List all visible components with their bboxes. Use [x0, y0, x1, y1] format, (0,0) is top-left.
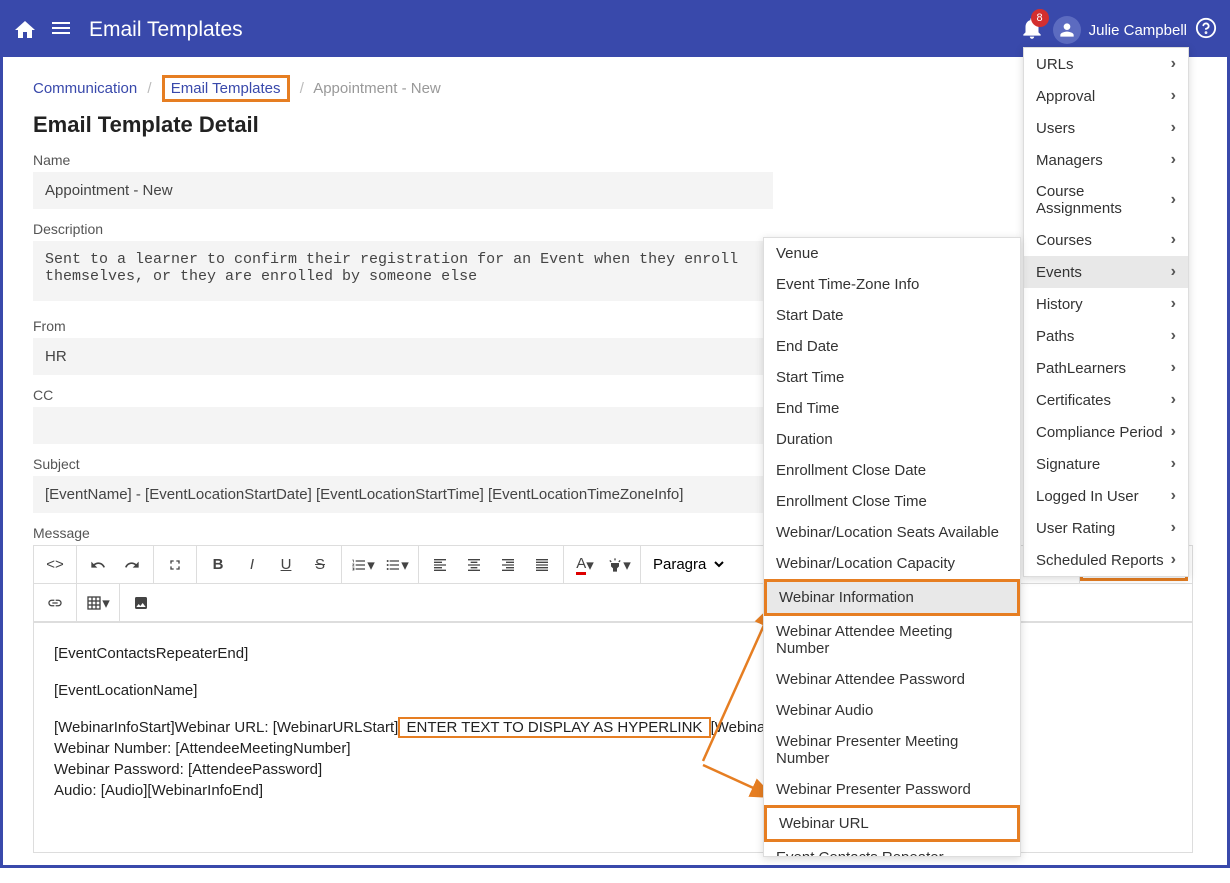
paragraph-select[interactable]: Paragra	[645, 555, 727, 574]
align-right-icon[interactable]	[491, 548, 525, 582]
text-color-icon[interactable]: A▾	[568, 548, 602, 582]
variable-start-time[interactable]: Start Time	[764, 362, 1020, 393]
variable-enrollment-close-time[interactable]: Enrollment Close Time	[764, 486, 1020, 517]
editor-line: [EventContactsRepeaterEnd]	[54, 645, 248, 662]
variable-duration[interactable]: Duration	[764, 424, 1020, 455]
category-events[interactable]: Events›	[1024, 256, 1188, 288]
editor-line: Webinar Password: [AttendeePassword]	[54, 761, 322, 778]
editor-line: [EventLocationName]	[54, 682, 197, 699]
name-input[interactable]	[33, 172, 773, 209]
variable-webinar-information[interactable]: Webinar Information	[764, 579, 1020, 616]
variable-webinar-location-capacity[interactable]: Webinar/Location Capacity	[764, 548, 1020, 579]
unordered-list-icon[interactable]: ▾	[380, 548, 414, 582]
variable-webinar-presenter-password[interactable]: Webinar Presenter Password	[764, 774, 1020, 805]
align-left-icon[interactable]	[423, 548, 457, 582]
hyperlink-placeholder: ENTER TEXT TO DISPLAY AS HYPERLINK	[398, 717, 710, 738]
category-history[interactable]: History›	[1024, 288, 1188, 320]
notification-badge: 8	[1031, 9, 1049, 27]
variable-webinar-attendee-password[interactable]: Webinar Attendee Password	[764, 664, 1020, 695]
home-icon[interactable]	[13, 18, 37, 42]
hamburger-icon[interactable]	[49, 16, 73, 45]
bold-icon[interactable]: B	[201, 548, 235, 582]
redo-icon[interactable]	[115, 548, 149, 582]
header-title: Email Templates	[89, 18, 1019, 42]
editor-line: Webinar Number: [AttendeeMeetingNumber]	[54, 740, 351, 757]
editor-line: [Webina	[711, 719, 766, 736]
description-input[interactable]: Sent to a learner to confirm their regis…	[33, 241, 773, 301]
italic-icon[interactable]: I	[235, 548, 269, 582]
category-paths[interactable]: Paths›	[1024, 320, 1188, 352]
underline-icon[interactable]: U	[269, 548, 303, 582]
breadcrumb-email-templates[interactable]: Email Templates	[171, 80, 281, 97]
category-courses[interactable]: Courses›	[1024, 224, 1188, 256]
editor-line: Audio: [Audio][WebinarInfoEnd]	[54, 782, 263, 799]
strikethrough-icon[interactable]: S	[303, 548, 337, 582]
category-managers[interactable]: Managers›	[1024, 144, 1188, 176]
variable-webinar-url[interactable]: Webinar URL	[764, 805, 1020, 842]
align-center-icon[interactable]	[457, 548, 491, 582]
category-approval[interactable]: Approval›	[1024, 80, 1188, 112]
header-right: 8 Julie Campbell	[1019, 15, 1217, 46]
username[interactable]: Julie Campbell	[1089, 22, 1187, 39]
from-input[interactable]	[33, 338, 773, 375]
cc-input[interactable]	[33, 407, 773, 444]
editor-line: [WebinarInfoStart]Webinar URL: [WebinarU…	[54, 719, 398, 736]
subject-input[interactable]	[33, 476, 773, 513]
category-compliance-period[interactable]: Compliance Period›	[1024, 416, 1188, 448]
variable-webinar-audio[interactable]: Webinar Audio	[764, 695, 1020, 726]
breadcrumb-current: Appointment - New	[313, 80, 441, 97]
ordered-list-icon[interactable]: ▾	[346, 548, 380, 582]
variable-enrollment-close-date[interactable]: Enrollment Close Date	[764, 455, 1020, 486]
variables-category-menu: URLs›Approval›Users›Managers›Course Assi…	[1023, 47, 1189, 577]
link-icon[interactable]	[38, 586, 72, 620]
events-variables-menu: VenueEvent Time-Zone InfoStart DateEnd D…	[763, 237, 1021, 857]
notification-icon[interactable]: 8	[1019, 15, 1045, 46]
category-pathlearners[interactable]: PathLearners›	[1024, 352, 1188, 384]
category-certificates[interactable]: Certificates›	[1024, 384, 1188, 416]
fullscreen-icon[interactable]	[158, 548, 192, 582]
source-icon[interactable]: <>	[38, 548, 72, 582]
table-icon[interactable]: ▾	[81, 586, 115, 620]
category-user-rating[interactable]: User Rating›	[1024, 512, 1188, 544]
variable-start-date[interactable]: Start Date	[764, 300, 1020, 331]
variable-end-date[interactable]: End Date	[764, 331, 1020, 362]
variable-end-time[interactable]: End Time	[764, 393, 1020, 424]
category-logged-in-user[interactable]: Logged In User›	[1024, 480, 1188, 512]
variable-webinar-location-seats-available[interactable]: Webinar/Location Seats Available	[764, 517, 1020, 548]
category-urls[interactable]: URLs›	[1024, 48, 1188, 80]
highlight-icon[interactable]: ▾	[602, 548, 636, 582]
variable-event-time-zone-info[interactable]: Event Time-Zone Info	[764, 269, 1020, 300]
undo-icon[interactable]	[81, 548, 115, 582]
align-justify-icon[interactable]	[525, 548, 559, 582]
breadcrumb-communication[interactable]: Communication	[33, 80, 137, 97]
image-icon[interactable]	[124, 586, 158, 620]
variable-event-contacts-repeater[interactable]: Event Contacts Repeater	[764, 842, 1020, 857]
category-course-assignments[interactable]: Course Assignments›	[1024, 176, 1188, 224]
category-signature[interactable]: Signature›	[1024, 448, 1188, 480]
variable-venue[interactable]: Venue	[764, 238, 1020, 269]
category-users[interactable]: Users›	[1024, 112, 1188, 144]
variable-webinar-presenter-meeting-number[interactable]: Webinar Presenter Meeting Number	[764, 726, 1020, 774]
category-scheduled-reports[interactable]: Scheduled Reports›	[1024, 544, 1188, 576]
variable-webinar-attendee-meeting-number[interactable]: Webinar Attendee Meeting Number	[764, 616, 1020, 664]
avatar-icon[interactable]	[1053, 16, 1081, 44]
help-icon[interactable]	[1195, 17, 1217, 44]
